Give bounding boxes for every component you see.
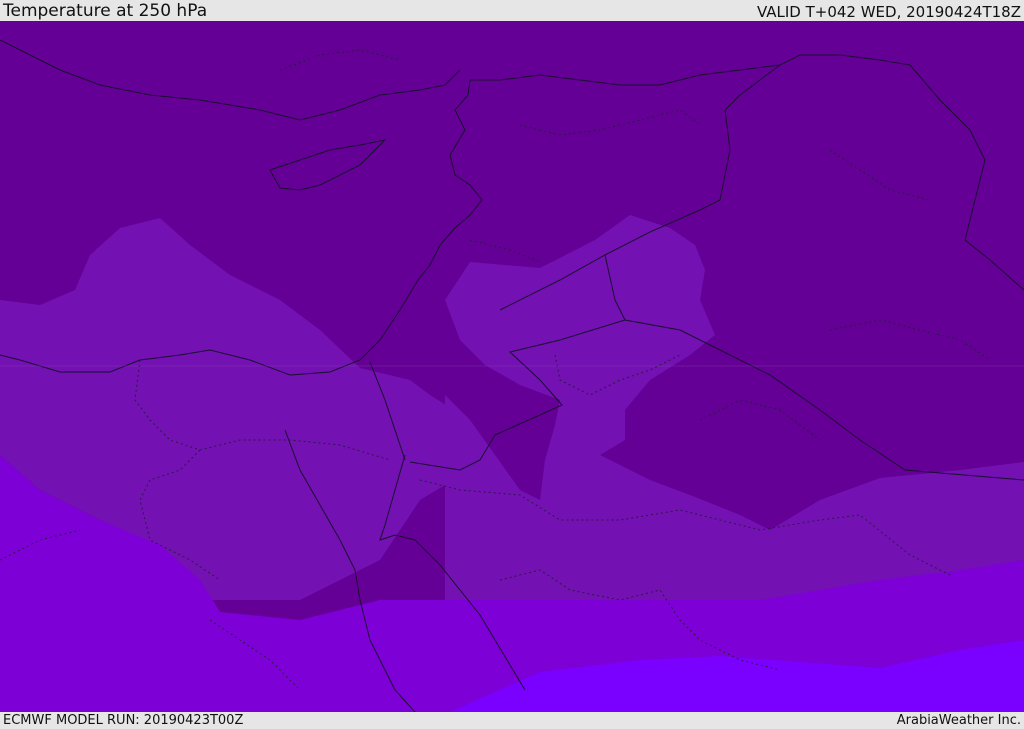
- credit-label: ArabiaWeather Inc.: [896, 713, 1021, 728]
- map-canvas: [0, 21, 1024, 712]
- model-run-label: ECMWF MODEL RUN: 20190423T00Z: [3, 713, 244, 728]
- valid-time: VALID T+042 WED, 20190424T18Z: [756, 3, 1021, 21]
- map-footer: ECMWF MODEL RUN: 20190423T00Z ArabiaWeat…: [0, 712, 1024, 729]
- map-header: Temperature at 250 hPa VALID T+042 WED, …: [0, 0, 1024, 21]
- temperature-map: [0, 21, 1024, 712]
- map-title: Temperature at 250 hPa: [3, 1, 208, 21]
